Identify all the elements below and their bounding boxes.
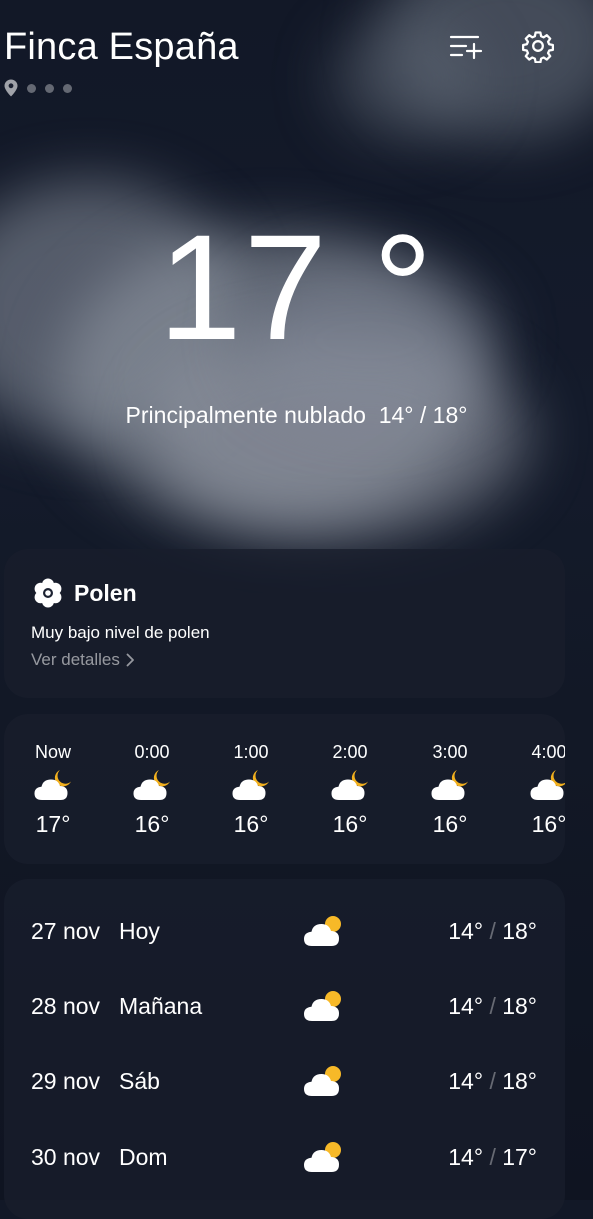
hourly-forecast-card[interactable]: Now 17° 0:00 16° 1:00 16° 2:00 16° 3:00 xyxy=(4,714,565,864)
current-weather: 17 ° Principalmente nublado 14° / 18° xyxy=(0,200,593,450)
range-separator: / xyxy=(489,918,496,944)
header: Finca España xyxy=(0,0,593,110)
pollen-description: Muy bajo nivel de polen xyxy=(31,623,210,642)
hour-time: Now xyxy=(34,742,71,762)
day-name: Hoy xyxy=(119,918,160,944)
day-date: 27 nov xyxy=(31,918,101,944)
hour-temperature: 16° xyxy=(432,811,468,837)
day-high: 18° xyxy=(502,1068,537,1094)
hour-temperature: 16° xyxy=(332,811,368,837)
pollen-header: Polen xyxy=(32,577,137,609)
daily-forecast-card: 27 nov Hoy 14° / 18° 28 nov Mañana 14° /… xyxy=(4,879,565,1219)
partly-cloudy-icon xyxy=(304,916,341,946)
gear-icon xyxy=(521,31,555,63)
cloudy-night-icon xyxy=(34,770,71,800)
cloudy-night-icon xyxy=(431,770,468,800)
settings-button[interactable] xyxy=(518,26,558,66)
day-low: 14° xyxy=(448,1144,484,1170)
cloudy-night-icon xyxy=(232,770,269,800)
day-name: Dom xyxy=(119,1144,168,1170)
day-high: 18° xyxy=(502,918,537,944)
page-dot[interactable] xyxy=(27,83,36,93)
day-date: 29 nov xyxy=(31,1068,101,1094)
hour-time: 4:00 xyxy=(531,742,565,762)
day-high: 18° xyxy=(502,993,537,1019)
day-temperature-range: 14° / 18° xyxy=(448,991,537,1021)
view-details-link[interactable]: Ver detalles xyxy=(31,649,135,671)
daily-row[interactable]: 29 nov Sáb 14° / 18° xyxy=(4,1051,565,1111)
daily-row[interactable]: 28 nov Mañana 14° / 18° xyxy=(4,976,565,1036)
city-title: Finca España xyxy=(4,26,239,68)
hourly-item[interactable]: Now 17° xyxy=(13,714,93,864)
view-details-label: Ver detalles xyxy=(31,650,120,669)
day-temperature-range: 14° / 18° xyxy=(448,916,537,946)
current-temperature: 17 ° xyxy=(158,203,435,371)
low-high-range: 14° / 18° xyxy=(378,402,468,428)
hour-temperature: 16° xyxy=(531,811,565,837)
hourly-item[interactable]: 2:00 16° xyxy=(310,714,390,864)
range-separator: / xyxy=(489,993,496,1019)
hourly-item[interactable]: 1:00 16° xyxy=(211,714,291,864)
day-high: 17° xyxy=(502,1144,537,1170)
cloudy-night-icon xyxy=(133,770,170,800)
hour-time: 0:00 xyxy=(134,742,170,762)
hour-time: 1:00 xyxy=(233,742,269,762)
hourly-item[interactable]: 4:00 16° xyxy=(509,714,565,864)
range-separator: / xyxy=(489,1068,496,1094)
cloudy-night-icon xyxy=(530,770,565,800)
hourly-item[interactable]: 3:00 16° xyxy=(410,714,490,864)
range-separator: / xyxy=(489,1144,496,1170)
hour-time: 2:00 xyxy=(332,742,368,762)
day-low: 14° xyxy=(448,1068,484,1094)
hour-temperature: 16° xyxy=(134,811,170,837)
hour-temperature: 17° xyxy=(35,811,71,837)
day-date: 28 nov xyxy=(31,993,101,1019)
chevron-right-icon xyxy=(126,653,134,667)
pollen-title: Polen xyxy=(74,580,137,606)
hour-time: 3:00 xyxy=(432,742,468,762)
day-temperature-range: 14° / 17° xyxy=(448,1142,537,1172)
day-low: 14° xyxy=(448,918,484,944)
page-indicator xyxy=(4,79,72,97)
partly-cloudy-icon xyxy=(304,1142,341,1172)
daily-row[interactable]: 30 nov Dom 14° / 17° xyxy=(4,1127,565,1187)
hourly-item[interactable]: 0:00 16° xyxy=(112,714,192,864)
daily-row[interactable]: 27 nov Hoy 14° / 18° xyxy=(4,901,565,961)
flower-icon xyxy=(34,578,62,608)
day-temperature-range: 14° / 18° xyxy=(448,1066,537,1096)
location-pin-icon xyxy=(4,79,18,97)
page-dot[interactable] xyxy=(45,83,54,93)
day-name: Mañana xyxy=(119,993,203,1019)
add-city-list-icon xyxy=(449,35,483,60)
condition-summary: Principalmente nublado 14° / 18° xyxy=(0,400,593,430)
page-dot[interactable] xyxy=(63,83,72,93)
day-date: 30 nov xyxy=(31,1144,101,1170)
cloudy-night-icon xyxy=(331,770,368,800)
pollen-card[interactable]: Polen Muy bajo nivel de polen Ver detall… xyxy=(4,549,565,698)
day-low: 14° xyxy=(448,993,484,1019)
add-city-button[interactable] xyxy=(446,26,486,66)
partly-cloudy-icon xyxy=(304,1066,341,1096)
day-name: Sáb xyxy=(119,1068,160,1094)
hour-temperature: 16° xyxy=(233,811,269,837)
partly-cloudy-icon xyxy=(304,991,341,1021)
condition-text: Principalmente nublado xyxy=(125,402,366,428)
